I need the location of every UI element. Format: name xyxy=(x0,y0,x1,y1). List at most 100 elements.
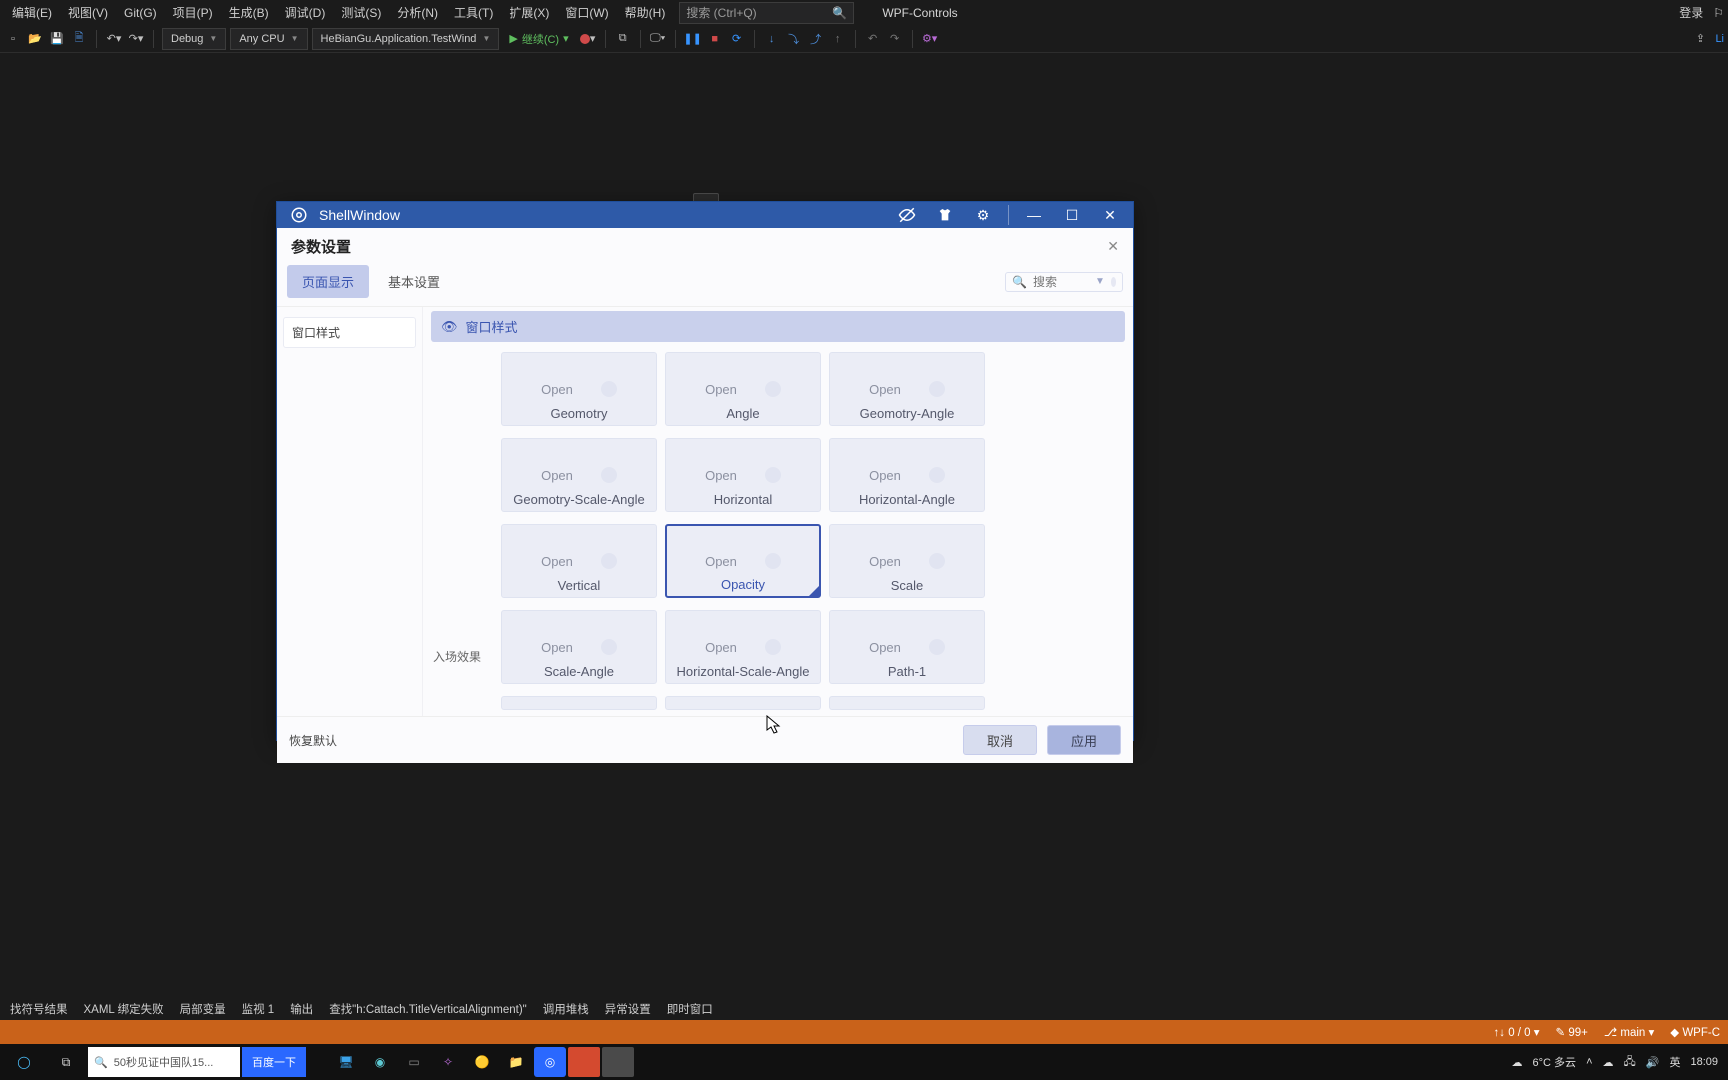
card-geomotry[interactable]: Open Geomotry xyxy=(501,352,657,426)
settings-search-input[interactable] xyxy=(1033,275,1089,289)
tab-basic-settings[interactable]: 基本设置 xyxy=(373,265,455,298)
chevron-down-icon[interactable]: ▼ xyxy=(1095,276,1105,287)
menu-edit[interactable]: 编辑(E) xyxy=(4,1,60,24)
shell-titlebar[interactable]: ShellWindow ⚙ — ☐ ✕ xyxy=(277,202,1133,228)
toggle-icon[interactable] xyxy=(929,467,945,483)
cancel-button[interactable]: 取消 xyxy=(963,725,1037,755)
gear-icon[interactable]: ⚙ xyxy=(970,202,996,228)
cortana-icon[interactable]: ◯ xyxy=(4,1046,44,1078)
login-link[interactable]: 登录 xyxy=(1679,4,1703,21)
branch-icon[interactable]: ⎇ main ▾ xyxy=(1604,1025,1654,1039)
app-generic1-icon[interactable]: ▭ xyxy=(398,1047,430,1077)
menu-analyze[interactable]: 分析(N) xyxy=(389,1,446,24)
lifecycle-icon[interactable]: 🖵▾ xyxy=(649,28,667,50)
project-indicator[interactable]: ◆ WPF-C xyxy=(1670,1025,1720,1039)
hide-icon[interactable] xyxy=(894,202,920,228)
toggle-icon[interactable] xyxy=(929,639,945,655)
app-blue-icon[interactable]: ◎ xyxy=(534,1047,566,1077)
settings-search[interactable]: 🔍 ▼ xyxy=(1005,272,1123,292)
card-partial-1[interactable] xyxy=(501,696,657,710)
toggle-icon[interactable] xyxy=(929,381,945,397)
menu-view[interactable]: 视图(V) xyxy=(60,1,116,24)
tab-xaml-binding[interactable]: XAML 绑定失败 xyxy=(76,998,172,1020)
restart-icon[interactable]: ⟳ xyxy=(728,28,746,50)
close-button[interactable]: ✕ xyxy=(1097,202,1123,228)
tab-find[interactable]: 查找"h:Cattach.TitleVerticalAlignment)" xyxy=(321,998,535,1020)
toggle-icon[interactable] xyxy=(765,553,781,569)
diagnostic-icon[interactable]: ⚙▾ xyxy=(921,28,939,50)
undo-small-icon[interactable]: ↶ xyxy=(864,28,882,50)
save-icon[interactable]: 💾 xyxy=(48,28,66,50)
tray-ime[interactable]: 英 xyxy=(1669,1054,1680,1070)
hot-reload-icon[interactable]: ▾ xyxy=(579,28,597,50)
settings-close-icon[interactable]: ✕ xyxy=(1107,238,1119,255)
menu-window[interactable]: 窗口(W) xyxy=(557,1,616,24)
weather-text[interactable]: 6°C 多云 xyxy=(1533,1054,1577,1070)
card-horizontal-scale-angle[interactable]: Open Horizontal-Scale-Angle xyxy=(665,610,821,684)
card-partial-3[interactable] xyxy=(829,696,985,710)
app-gray-icon[interactable] xyxy=(602,1047,634,1077)
share-icon[interactable]: ⇪ xyxy=(1691,28,1709,50)
shirt-icon[interactable] xyxy=(932,202,958,228)
menu-tools[interactable]: 工具(T) xyxy=(446,1,501,24)
toggle-icon[interactable] xyxy=(929,553,945,569)
tab-immediate[interactable]: 即时窗口 xyxy=(659,998,721,1020)
redo-icon[interactable]: ↷▾ xyxy=(127,28,145,50)
pause-icon[interactable]: ❚❚ xyxy=(684,28,702,50)
app-explorer-icon[interactable]: 📁 xyxy=(500,1047,532,1077)
weather-icon[interactable]: ☁ xyxy=(1512,1056,1523,1069)
tab-callstack[interactable]: 调用堆栈 xyxy=(535,998,597,1020)
toggle-icon[interactable] xyxy=(765,381,781,397)
menu-test[interactable]: 测试(S) xyxy=(333,1,389,24)
new-file-icon[interactable]: ▫ xyxy=(4,28,22,50)
section-window-style[interactable]: 👁 窗口样式 xyxy=(431,311,1125,342)
cpu-dropdown[interactable]: Any CPU▼ xyxy=(230,28,307,50)
step-back-icon[interactable]: ↑ xyxy=(829,28,847,50)
taskbar-search[interactable]: 🔍 50秒见证中国队15... xyxy=(88,1047,240,1077)
tray-volume-icon[interactable]: 🔊 xyxy=(1646,1056,1660,1069)
menu-build[interactable]: 生成(B) xyxy=(221,1,277,24)
card-angle[interactable]: Open Angle xyxy=(665,352,821,426)
nav-window-style[interactable]: 窗口样式 xyxy=(283,317,416,348)
menu-help[interactable]: 帮助(H) xyxy=(617,1,674,24)
card-geomotry-angle[interactable]: Open Geomotry-Angle xyxy=(829,352,985,426)
card-horizontal-angle[interactable]: Open Horizontal-Angle xyxy=(829,438,985,512)
app-red-icon[interactable] xyxy=(568,1047,600,1077)
undo-icon[interactable]: ↶▾ xyxy=(105,28,123,50)
step-into-icon[interactable]: ⤵ xyxy=(785,28,803,50)
tab-page-display[interactable]: 页面显示 xyxy=(287,265,369,298)
toggle-icon[interactable] xyxy=(601,553,617,569)
card-opacity[interactable]: Open Opacity xyxy=(665,524,821,598)
clear-icon[interactable] xyxy=(1111,277,1116,287)
tray-time[interactable]: 18:09 xyxy=(1690,1056,1718,1068)
config-dropdown[interactable]: Debug▼ xyxy=(162,28,226,50)
open-folder-icon[interactable]: 📂 xyxy=(26,28,44,50)
taskview-icon[interactable]: ⧉ xyxy=(46,1046,86,1078)
card-scale-angle[interactable]: Open Scale-Angle xyxy=(501,610,657,684)
menu-ext[interactable]: 扩展(X) xyxy=(501,1,557,24)
login-action-icon[interactable]: ⚐ xyxy=(1713,6,1724,20)
step-out-icon[interactable]: ⤴ xyxy=(807,28,825,50)
card-geomotry-scale-angle[interactable]: Open Geomotry-Scale-Angle xyxy=(501,438,657,512)
menu-git[interactable]: Git(G) xyxy=(116,3,165,23)
tray-network-icon[interactable]: 🖧 xyxy=(1624,1053,1636,1072)
tab-output[interactable]: 输出 xyxy=(282,998,321,1020)
app-monitor-icon[interactable]: 🖥 xyxy=(330,1047,362,1077)
redo-small-icon[interactable]: ↷ xyxy=(886,28,904,50)
restore-defaults-link[interactable]: 恢复默认 xyxy=(289,732,337,749)
app-vs-icon[interactable]: ✧ xyxy=(432,1047,464,1077)
target-dropdown[interactable]: HeBianGu.Application.TestWind▼ xyxy=(312,28,500,50)
toggle-icon[interactable] xyxy=(765,467,781,483)
git-arrows-icon[interactable]: ↑↓ 0 / 0 ▾ xyxy=(1493,1025,1539,1039)
maximize-button[interactable]: ☐ xyxy=(1059,202,1085,228)
continue-button[interactable]: ▶ 继续(C) ▾ xyxy=(503,31,574,47)
menu-debug[interactable]: 调试(D) xyxy=(277,1,334,24)
menu-project[interactable]: 项目(P) xyxy=(165,1,221,24)
tab-locals[interactable]: 局部变量 xyxy=(172,998,234,1020)
app-browser1-icon[interactable]: ◉ xyxy=(364,1047,396,1077)
card-path-1[interactable]: Open Path-1 xyxy=(829,610,985,684)
app-chrome-icon[interactable]: 🟡 xyxy=(466,1047,498,1077)
card-partial-2[interactable] xyxy=(665,696,821,710)
save-all-icon[interactable]: 🗎 xyxy=(70,28,88,50)
apply-button[interactable]: 应用 xyxy=(1047,725,1121,755)
